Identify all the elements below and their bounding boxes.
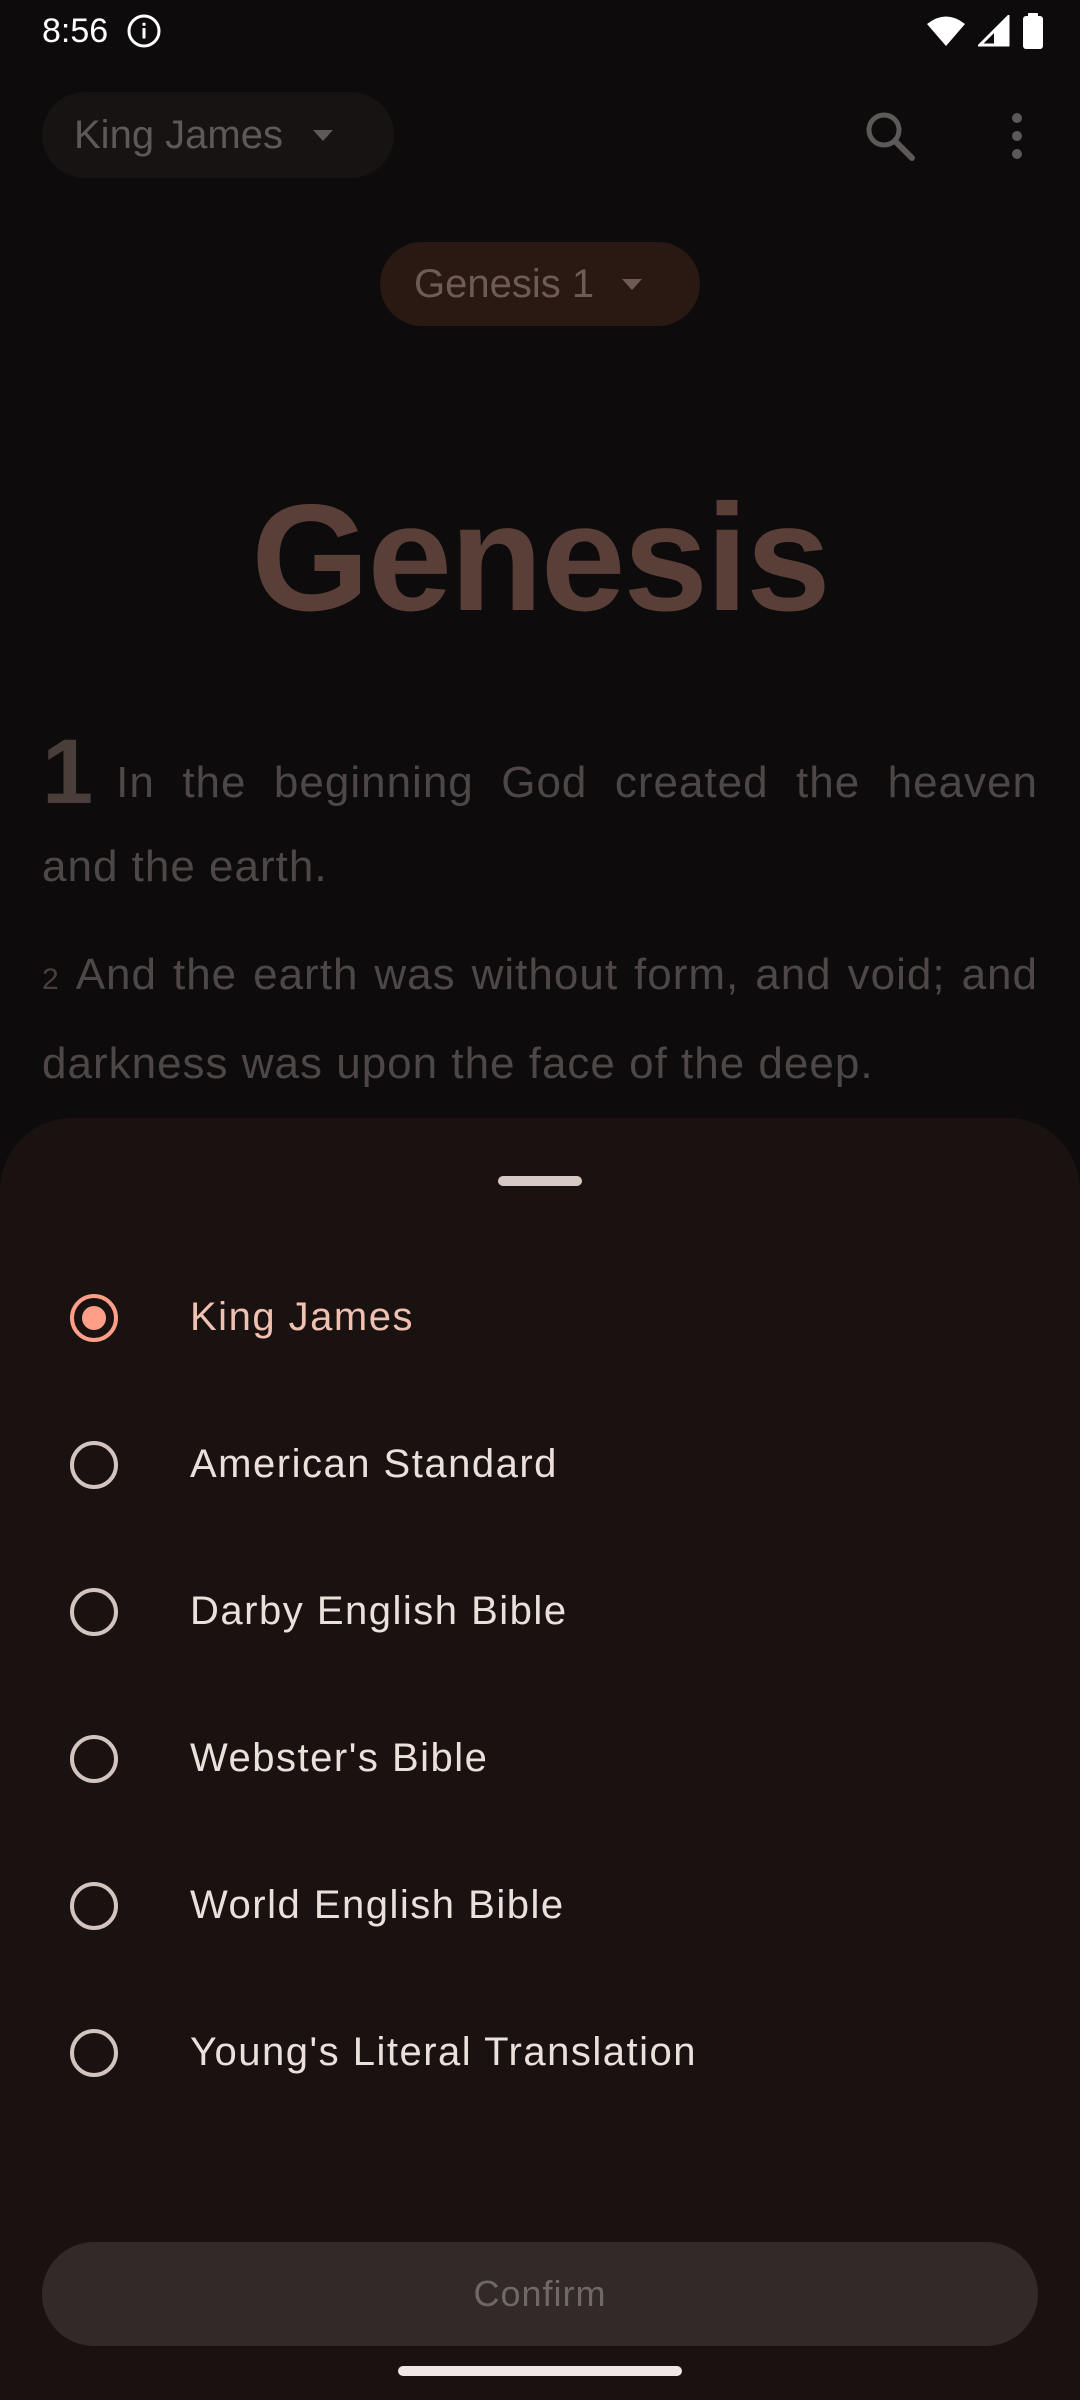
version-option-label: World English Bible — [190, 1883, 565, 1927]
drag-handle[interactable] — [498, 1176, 582, 1186]
version-option-darby[interactable]: Darby English Bible — [0, 1538, 1080, 1685]
version-option-youngs-literal[interactable]: Young's Literal Translation — [0, 1979, 1080, 2126]
verse-number: 1 — [42, 721, 95, 823]
verse-text: And the earth was without form, and void… — [42, 950, 1038, 1088]
battery-icon — [1023, 13, 1043, 49]
more-vert-icon[interactable] — [1002, 108, 1032, 164]
verse-number: 2 — [42, 963, 60, 996]
radio-unselected-icon[interactable] — [70, 1587, 118, 1636]
radio-unselected-icon[interactable] — [70, 1734, 118, 1783]
version-option-label: Webster's Bible — [190, 1736, 489, 1780]
book-title: Genesis — [251, 473, 830, 643]
cellular-signal-icon — [978, 15, 1010, 47]
version-option-american-standard[interactable]: American Standard — [0, 1391, 1080, 1538]
version-option-label: American Standard — [190, 1442, 558, 1486]
version-option-world-english[interactable]: World English Bible — [0, 1832, 1080, 1979]
radio-unselected-icon[interactable] — [70, 1440, 118, 1489]
confirm-button[interactable]: Confirm — [42, 2242, 1038, 2346]
verse-text: In the beginning God created the heaven … — [42, 758, 1038, 891]
verse: 1 In the beginning God created the heaven… — [42, 726, 1038, 909]
info-icon — [127, 14, 161, 48]
chapter-selector-label: Genesis 1 — [414, 261, 595, 306]
radio-selected-icon[interactable] — [70, 1293, 118, 1342]
wifi-icon — [927, 16, 965, 46]
version-option-king-james[interactable]: King James — [0, 1244, 1080, 1391]
radio-unselected-icon[interactable] — [70, 2028, 118, 2077]
confirm-button-label: Confirm — [473, 2273, 607, 2314]
screen: 8:56 King James Genesis 1 Genesis 1 In t… — [0, 0, 1080, 2400]
chevron-down-icon — [312, 129, 333, 141]
version-bottom-sheet: King James American Standard Darby Engli… — [0, 1118, 1080, 2400]
verse: 2 And the earth was without form, and voi… — [42, 933, 1038, 1106]
chapter-selector[interactable]: Genesis 1 — [380, 242, 700, 326]
version-option-label: King James — [190, 1295, 414, 1339]
verse-list: 1 In the beginning God created the heaven… — [42, 726, 1038, 1130]
version-selector[interactable]: King James — [42, 92, 394, 178]
version-selector-label: King James — [74, 112, 283, 157]
search-icon[interactable] — [862, 108, 918, 164]
radio-unselected-icon[interactable] — [70, 1881, 118, 1930]
chevron-down-icon — [622, 278, 643, 290]
status-icons — [926, 12, 1044, 50]
version-option-label: Darby English Bible — [190, 1589, 568, 1633]
version-option-webster[interactable]: Webster's Bible — [0, 1685, 1080, 1832]
version-option-label: Young's Literal Translation — [190, 2030, 697, 2074]
status-time: 8:56 — [42, 12, 109, 50]
home-indicator[interactable] — [398, 2366, 682, 2376]
status-bar: 8:56 — [0, 0, 1080, 62]
